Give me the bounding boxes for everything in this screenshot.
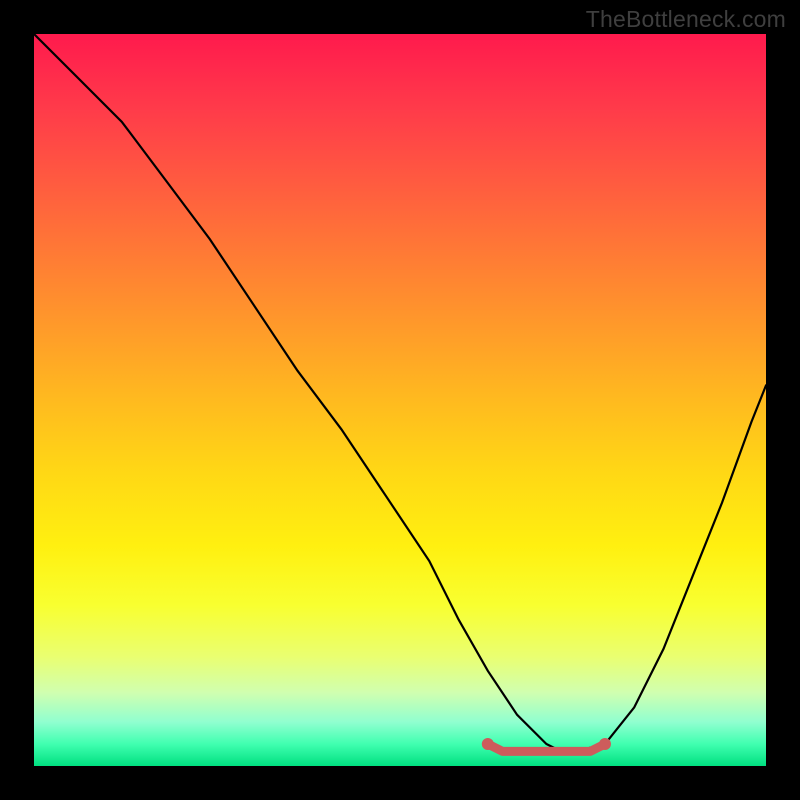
watermark-text: TheBottleneck.com (586, 6, 786, 33)
plot-area (34, 34, 766, 766)
chart-container: TheBottleneck.com (0, 0, 800, 800)
optimal-zone-end-dot (482, 738, 494, 750)
bottleneck-curve (34, 34, 766, 751)
chart-svg (34, 34, 766, 766)
optimal-zone-end-dot (599, 738, 611, 750)
